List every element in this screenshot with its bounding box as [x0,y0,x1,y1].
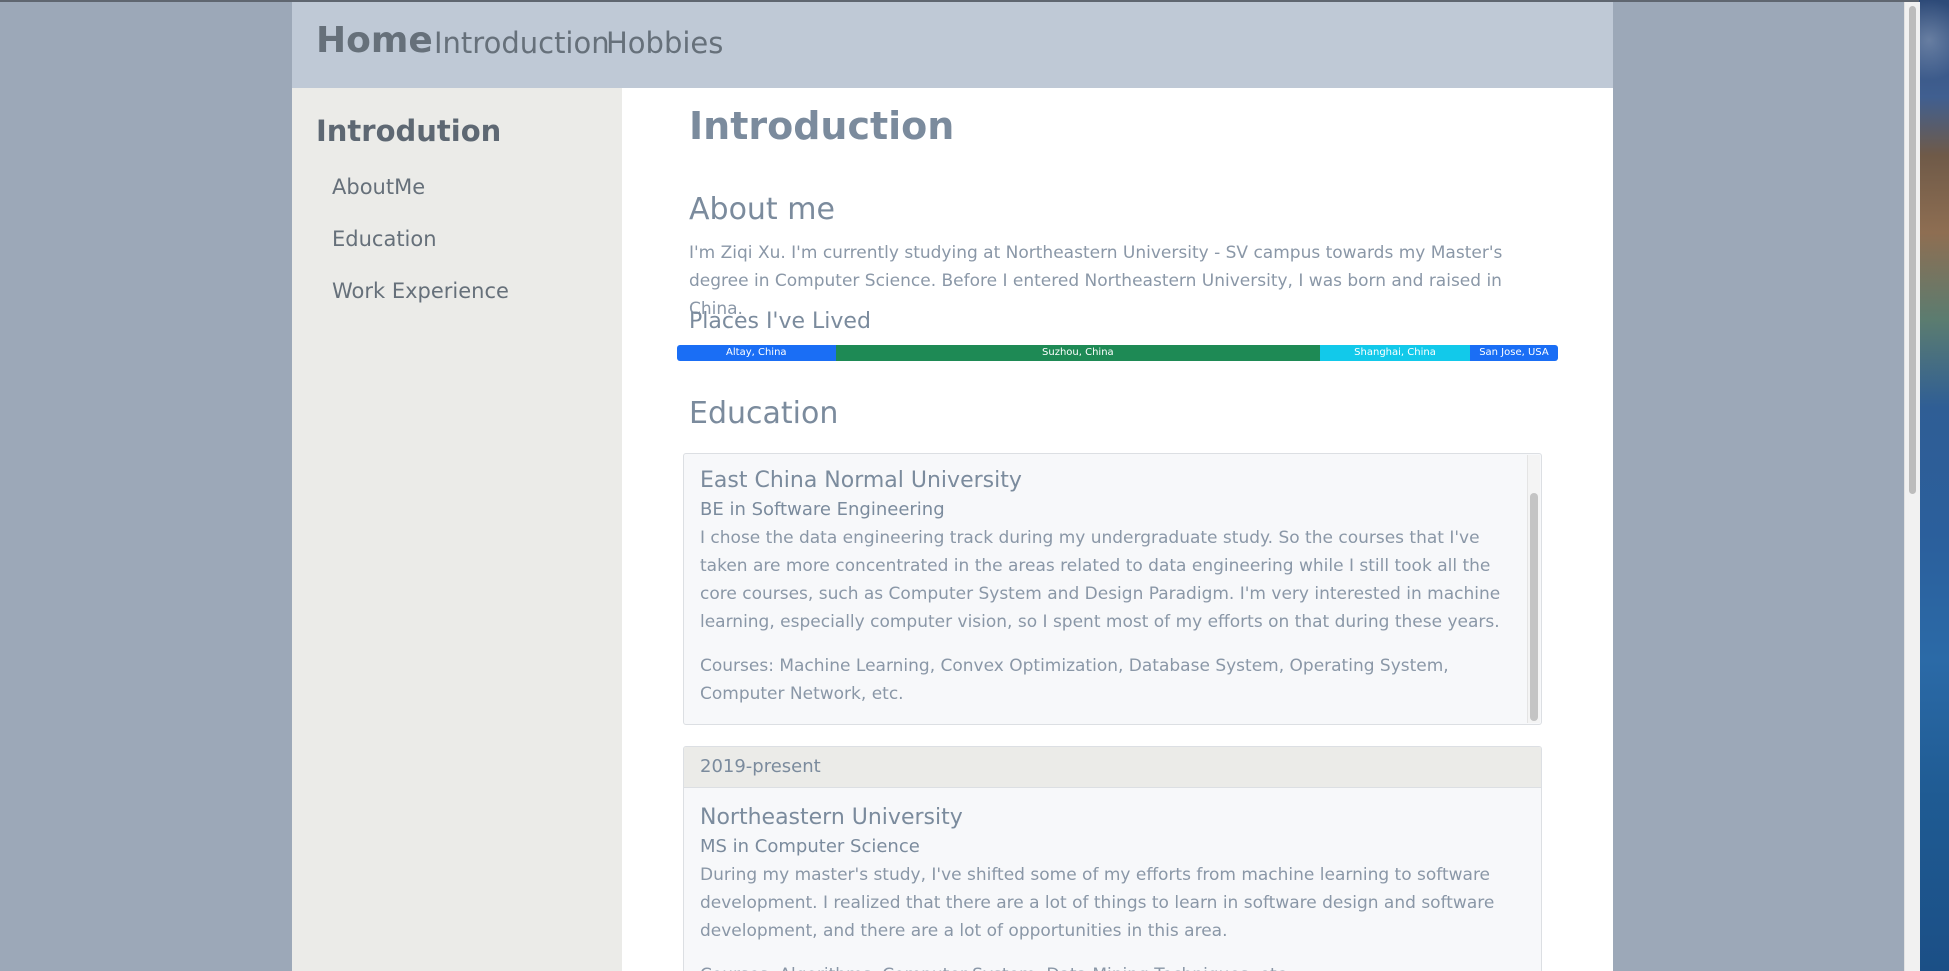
education-description: During my master's study, I've shifted s… [700,865,1495,941]
card-body: Northeastern University MS in Computer S… [700,803,1510,971]
about-heading: About me [689,192,835,227]
courses-list: Courses: Machine Learning, Convex Optimi… [700,656,1449,704]
sidebar-item-education[interactable]: Education [332,227,437,251]
card-scrollbar[interactable] [1527,455,1540,723]
university-name: Northeastern University [700,805,963,830]
places-segment: Altay, China [677,345,836,361]
card-scrollbar-thumb[interactable] [1530,493,1538,721]
nav-home-link[interactable]: Home [316,20,433,61]
sidebar-item-aboutme[interactable]: AboutMe [332,175,425,199]
education-description: I chose the data engineering track durin… [700,528,1501,632]
browser-scrollbar-thumb[interactable] [1909,6,1916,494]
desktop-wallpaper [1919,0,1949,971]
places-segment: Shanghai, China [1320,345,1470,361]
sidebar-item-work-experience[interactable]: Work Experience [332,279,509,303]
education-heading: Education [689,396,839,431]
main-content: Introduction About me I'm Ziqi Xu. I'm c… [622,88,1613,971]
education-card: 2019-present Northeastern University MS … [683,746,1542,971]
degree-title: MS in Computer Science [700,836,920,857]
places-heading: Places I've Lived [689,309,871,334]
card-header-date: 2019-present [684,747,1541,788]
degree-title: BE in Software Engineering [700,499,945,520]
sidebar: Introdution AboutMe Education Work Exper… [292,88,622,971]
education-card[interactable]: East China Normal University BE in Softw… [683,453,1542,725]
page-container: Home Introduction Hobbies Introdution Ab… [292,2,1613,971]
desktop-wallpaper-highlight [1919,0,1949,120]
places-segment: San Jose, USA [1469,345,1558,361]
places-segment: Suzhou, China [835,345,1321,361]
sidebar-title: Introdution [316,114,502,148]
nav-link-introduction[interactable]: Introduction [434,26,610,60]
page-title: Introduction [689,104,955,148]
nav-link-hobbies[interactable]: Hobbies [606,26,723,60]
card-body: East China Normal University BE in Softw… [700,466,1510,708]
places-progress-bar: Altay, China Suzhou, China Shanghai, China… [677,345,1558,361]
university-name: East China Normal University [700,468,1022,493]
courses-list: Courses: Algorithms, Computer System, Da… [700,961,1510,971]
browser-scrollbar[interactable] [1904,2,1920,971]
navbar: Home Introduction Hobbies [292,2,1613,88]
